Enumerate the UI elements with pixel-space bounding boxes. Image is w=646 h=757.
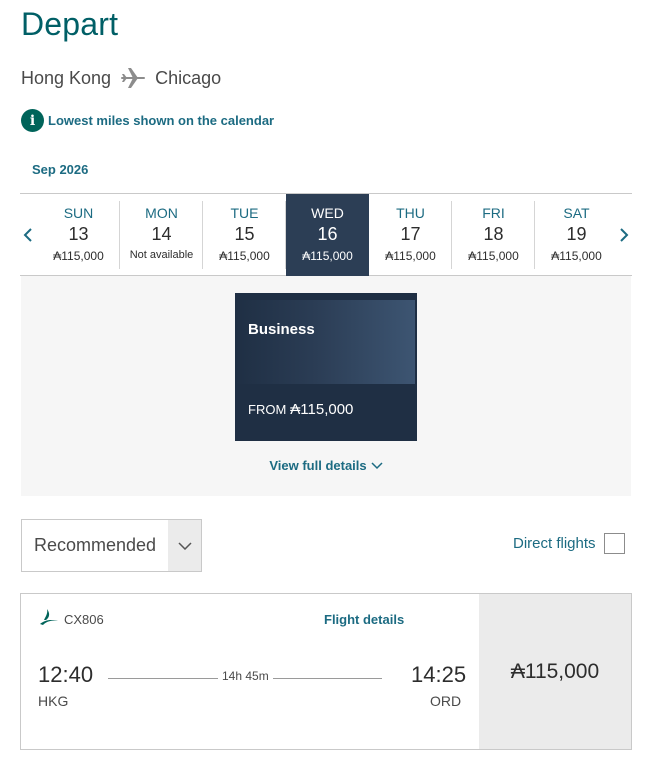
cabin-price: FROM ₳115,000	[248, 401, 353, 418]
calendar-day-fri[interactable]: FRI 18 ₳115,000	[452, 194, 535, 276]
day-miles: ₳115,000	[385, 249, 436, 263]
destination-city: Chicago	[155, 67, 222, 88]
info-icon: i	[21, 109, 44, 132]
day-date: 17	[400, 224, 421, 244]
day-of-week: SAT	[563, 205, 590, 221]
airplane-icon	[121, 68, 146, 88]
day-miles: ₳115,000	[468, 249, 519, 263]
day-date: 18	[483, 224, 504, 244]
chevron-left-icon[interactable]	[20, 194, 36, 276]
business-cabin-card[interactable]: Business FROM ₳115,000	[235, 293, 417, 441]
day-miles: ₳115,000	[551, 249, 602, 263]
cabin-card-image	[235, 300, 415, 384]
day-date: 13	[68, 224, 89, 244]
calendar-day-sun[interactable]: SUN 13 ₳115,000	[37, 194, 120, 276]
page-title: Depart	[21, 6, 119, 42]
calendar-day-thu[interactable]: THU 17 ₳115,000	[369, 194, 452, 276]
calendar-days: SUN 13 ₳115,000 MON 14 Not available TUE 15 ₳115…	[37, 194, 618, 276]
arrival-airport: ORD	[430, 693, 462, 709]
cathay-pacific-logo-icon	[40, 609, 58, 625]
cabin-panel: Business FROM ₳115,000 View full details	[21, 276, 631, 496]
calendar-day-tue[interactable]: TUE 15 ₳115,000	[203, 194, 286, 276]
day-of-week: TUE	[230, 205, 259, 221]
view-full-details-label: View full details	[269, 458, 367, 473]
day-of-week: WED	[311, 205, 344, 221]
direct-flights-filter[interactable]: Direct flights	[513, 533, 625, 554]
chevron-down-icon	[168, 520, 201, 571]
sort-value: Recommended	[34, 535, 157, 555]
flight-price-button[interactable]: ₳115,000	[479, 594, 631, 749]
view-full-details-link[interactable]: View full details	[21, 458, 631, 473]
day-miles: Not available	[129, 249, 194, 261]
day-of-week: THU	[396, 205, 425, 221]
calendar-month: Sep 2026	[32, 162, 89, 177]
calendar-info-text: Lowest miles shown on the calendar	[48, 113, 275, 128]
calendar-day-mon[interactable]: MON 14 Not available	[120, 194, 203, 276]
date-calendar: SUN 13 ₳115,000 MON 14 Not available TUE 15 ₳115…	[20, 193, 632, 276]
day-date: 16	[317, 224, 338, 244]
arrival-time: 14:25	[411, 662, 467, 687]
direct-flights-checkbox[interactable]	[603, 533, 625, 554]
flight-result: CX806 Flight details 12:40 HKG 14h 45m 1…	[20, 593, 632, 750]
day-of-week: FRI	[482, 205, 505, 221]
cabin-name: Business	[248, 321, 315, 338]
day-of-week: SUN	[63, 205, 94, 221]
direct-flights-label: Direct flights	[513, 535, 596, 552]
flight-duration: 14h 45m	[218, 669, 273, 683]
day-miles: ₳115,000	[53, 249, 104, 263]
origin-city: Hong Kong	[21, 67, 112, 88]
flight-number: CX806	[64, 612, 104, 627]
calendar-info: i Lowest miles shown on the calendar	[21, 109, 274, 132]
sort-select[interactable]: Recommended	[21, 519, 202, 572]
day-date: 15	[234, 224, 255, 244]
from-label: FROM	[248, 402, 287, 417]
departure-time: 12:40	[38, 662, 94, 687]
day-of-week: MON	[145, 205, 178, 221]
day-date: 19	[566, 224, 587, 244]
route: Hong Kong Chicago	[21, 66, 221, 90]
chevron-right-icon[interactable]	[616, 194, 632, 276]
day-date: 14	[151, 224, 172, 244]
calendar-day-wed[interactable]: WED 16 ₳115,000	[286, 194, 369, 276]
day-miles: ₳115,000	[219, 249, 270, 263]
calendar-day-sat[interactable]: SAT 19 ₳115,000	[535, 194, 618, 276]
cabin-miles: ₳115,000	[290, 401, 354, 418]
flight-details-link[interactable]: Flight details	[324, 612, 404, 627]
chevron-down-icon	[371, 462, 383, 470]
day-miles: ₳115,000	[302, 249, 353, 263]
departure-airport: HKG	[38, 693, 69, 709]
